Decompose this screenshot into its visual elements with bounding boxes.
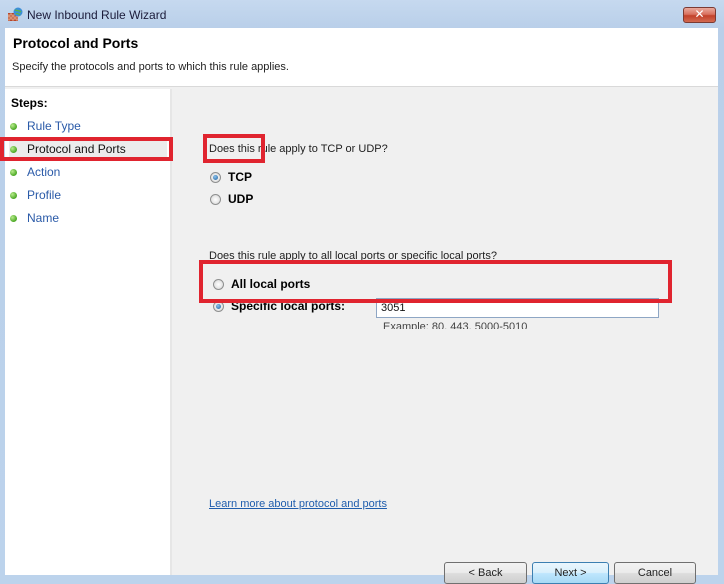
learn-more-link[interactable]: Learn more about protocol and ports — [209, 498, 387, 510]
close-button[interactable]: ✕ — [683, 7, 716, 23]
firewall-globe-icon — [8, 7, 23, 21]
step-protocol-and-ports[interactable]: Protocol and Ports — [9, 140, 167, 160]
ports-example-text: Example: 80, 443, 5000-5010 — [383, 321, 528, 329]
close-icon: ✕ — [694, 7, 705, 21]
steps-sidebar: Steps: Rule Type Protocol and Ports Acti… — [5, 89, 172, 575]
step-label: Action — [27, 165, 61, 179]
step-complete-icon — [10, 192, 17, 199]
wizard-content: Does this rule apply to TCP or UDP? TCP … — [172, 87, 718, 584]
all-local-ports-radio[interactable] — [213, 279, 224, 290]
step-complete-icon — [10, 146, 17, 153]
wizard-header: Protocol and Ports Specify the protocols… — [5, 28, 718, 87]
page-title: Protocol and Ports — [13, 35, 139, 51]
specific-ports-input[interactable] — [376, 298, 659, 318]
back-button[interactable]: < Back — [444, 562, 527, 584]
ports-question: Does this rule apply to all local ports … — [209, 250, 497, 262]
step-label: Protocol and Ports — [27, 142, 126, 156]
next-button[interactable]: Next > — [532, 562, 609, 584]
step-action[interactable]: Action — [9, 163, 167, 183]
tcp-radio[interactable] — [210, 172, 221, 183]
step-name[interactable]: Name — [9, 209, 167, 229]
steps-label: Steps: — [11, 96, 48, 110]
step-label: Rule Type — [27, 119, 81, 133]
step-complete-icon — [10, 215, 17, 222]
protocol-question: Does this rule apply to TCP or UDP? — [209, 143, 388, 155]
window-title: New Inbound Rule Wizard — [27, 8, 167, 22]
step-rule-type[interactable]: Rule Type — [9, 117, 167, 137]
wizard-client: Protocol and Ports Specify the protocols… — [5, 28, 718, 584]
step-complete-icon — [10, 169, 17, 176]
step-profile[interactable]: Profile — [9, 186, 167, 206]
step-complete-icon — [10, 123, 17, 130]
page-subtitle: Specify the protocols and ports to which… — [12, 61, 289, 73]
udp-radio[interactable] — [210, 194, 221, 205]
title-bar[interactable]: New Inbound Rule Wizard ✕ — [0, 0, 724, 28]
wizard-window: New Inbound Rule Wizard ✕ Protocol and P… — [0, 0, 724, 584]
step-label: Profile — [27, 188, 62, 202]
tcp-label[interactable]: TCP — [228, 170, 252, 184]
step-label: Name — [27, 211, 60, 225]
udp-label[interactable]: UDP — [228, 192, 253, 206]
specific-local-ports-label[interactable]: Specific local ports: — [231, 299, 345, 313]
all-local-ports-label[interactable]: All local ports — [231, 277, 310, 291]
specific-local-ports-radio[interactable] — [213, 301, 224, 312]
cancel-button[interactable]: Cancel — [614, 562, 696, 584]
